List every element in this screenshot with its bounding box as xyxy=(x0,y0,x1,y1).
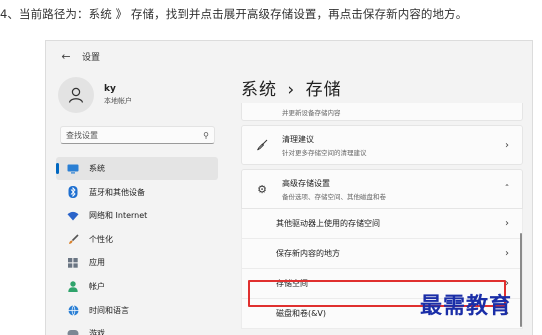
watermark: 最需教育 xyxy=(420,293,513,319)
sidebar-item-label: 网络和 Internet xyxy=(89,211,148,221)
instruction-text: 4、当前路径为：系统 》 存储，找到并点击展开高级存储设置，再点击保存新内容的地… xyxy=(0,7,468,21)
gamepad-icon xyxy=(66,327,80,335)
sidebar-item-personalization[interactable]: 个性化 xyxy=(56,228,218,251)
list-item-label: 保存新内容的地方 xyxy=(276,249,340,258)
chevron-right-icon: › xyxy=(505,248,509,259)
sidebar-nav: 系统 蓝牙和其他设备 网络和 Internet 个性化 应用 帐户 时间和语言 … xyxy=(56,157,218,335)
avatar xyxy=(58,77,94,113)
storage-top-card[interactable]: 并更新设备存储内容 xyxy=(241,103,523,121)
sidebar-item-system[interactable]: 系统 xyxy=(56,157,218,180)
other-drives-storage-item[interactable]: 其他驱动器上使用的存储空间 › xyxy=(241,209,523,239)
app-title: 设置 xyxy=(82,52,101,63)
advanced-storage-settings-card[interactable]: ⚙ 高级存储设置 备份选项、存储空间、其他磁盘和卷 ˆ xyxy=(241,169,523,209)
search-placeholder: 查找设置 xyxy=(66,130,98,140)
card-subtitle: 备份选项、存储空间、其他磁盘和卷 xyxy=(282,192,386,201)
card-subtitle: 针对更多存储空间的清理建议 xyxy=(282,148,367,157)
chevron-up-icon: ˆ xyxy=(504,183,510,195)
sidebar-item-network[interactable]: 网络和 Internet xyxy=(56,204,218,227)
account-type: 本地帐户 xyxy=(104,97,132,105)
search-input[interactable]: 查找设置 ⚲ xyxy=(60,126,215,144)
wifi-icon xyxy=(66,209,80,223)
search-icon[interactable]: ⚲ xyxy=(203,131,209,140)
sidebar-item-bluetooth[interactable]: 蓝牙和其他设备 xyxy=(56,181,218,204)
account-icon xyxy=(66,279,80,293)
user-name: ky xyxy=(104,84,116,94)
user-profile[interactable]: ky 本地帐户 xyxy=(58,77,132,113)
card-title: 清理建议 xyxy=(282,134,314,144)
breadcrumb-separator: › xyxy=(287,80,296,100)
sidebar-item-time-language[interactable]: 时间和语言 xyxy=(56,299,218,322)
page-title: 存储 xyxy=(305,80,342,100)
scrollbar[interactable] xyxy=(520,233,522,327)
broom-icon xyxy=(254,139,270,151)
back-arrow-icon[interactable]: ← xyxy=(56,46,76,66)
monitor-icon xyxy=(66,162,80,176)
bluetooth-icon xyxy=(66,185,80,199)
where-new-content-saved-item[interactable]: 保存新内容的地方 › xyxy=(241,239,523,269)
card-subtitle: 并更新设备存储内容 xyxy=(282,108,341,117)
sidebar-item-gaming[interactable]: 游戏 xyxy=(56,322,218,335)
sidebar-item-label: 蓝牙和其他设备 xyxy=(89,187,145,197)
title-bar: ← 设置 xyxy=(46,41,532,71)
sidebar-item-label: 时间和语言 xyxy=(89,305,129,315)
card-title: 高级存储设置 xyxy=(282,178,330,188)
gear-icon: ⚙ xyxy=(257,182,267,196)
sidebar-item-label: 游戏 xyxy=(89,329,105,335)
sidebar-item-label: 帐户 xyxy=(89,281,105,291)
person-icon xyxy=(68,87,84,103)
breadcrumb-parent[interactable]: 系统 xyxy=(241,80,277,100)
chevron-right-icon: › xyxy=(505,139,509,151)
sidebar-item-accounts[interactable]: 帐户 xyxy=(56,275,218,298)
list-item-label: 其他驱动器上使用的存储空间 xyxy=(276,219,380,228)
sidebar-item-label: 系统 xyxy=(89,164,105,173)
brush-icon xyxy=(66,232,80,246)
chevron-right-icon: › xyxy=(505,218,509,229)
apps-icon xyxy=(66,256,80,270)
sidebar-item-label: 应用 xyxy=(89,258,105,268)
globe-icon xyxy=(66,303,80,317)
sidebar-item-label: 个性化 xyxy=(89,234,113,244)
cleanup-recommendations-card[interactable]: 清理建议 针对更多存储空间的清理建议 › xyxy=(241,125,523,165)
sidebar-item-apps[interactable]: 应用 xyxy=(56,251,218,274)
breadcrumb: 系统 › 存储 xyxy=(241,75,342,100)
